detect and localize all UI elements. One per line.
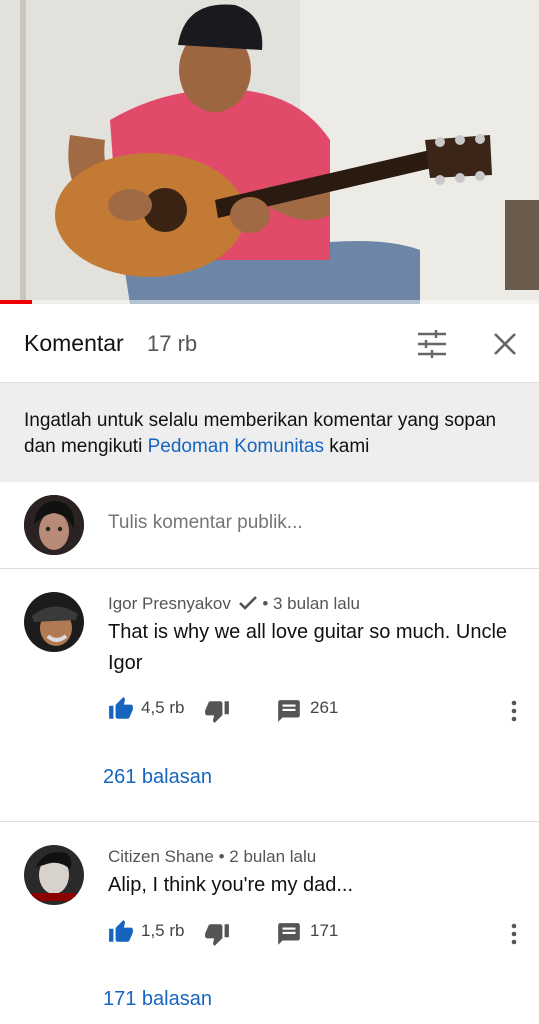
- verified-check-icon: [238, 596, 257, 610]
- comment-item: Igor Presnyakov • 3 bulan lalu That is w…: [0, 569, 539, 821]
- dislike-icon[interactable]: [204, 698, 230, 724]
- comment-time: 3 bulan lalu: [273, 594, 360, 613]
- public-comment-input[interactable]: [108, 512, 508, 534]
- meta-separator: •: [262, 594, 269, 613]
- community-guidelines-notice: Ingatlah untuk selalu memberikan komenta…: [0, 383, 539, 482]
- add-comment-row: [0, 482, 539, 569]
- like-icon[interactable]: [108, 696, 134, 722]
- view-replies-link[interactable]: 261 balasan: [103, 766, 212, 789]
- video-frame: [0, 0, 539, 304]
- more-options-icon[interactable]: [506, 921, 522, 947]
- meta-separator: •: [218, 847, 225, 866]
- more-options-icon[interactable]: [506, 698, 522, 724]
- sort-filter-icon[interactable]: [416, 328, 448, 360]
- comment-actions: 1,5 rb 171: [108, 919, 528, 949]
- reply-comment-icon[interactable]: [276, 921, 302, 947]
- close-icon[interactable]: [491, 330, 519, 358]
- reply-comment-icon[interactable]: [276, 698, 302, 724]
- reply-count: 261: [310, 698, 339, 717]
- like-count: 1,5 rb: [141, 921, 185, 940]
- comment-text: Alip, I think you're my dad...: [108, 874, 354, 896]
- author-avatar[interactable]: [24, 592, 84, 652]
- reply-count: 171: [310, 921, 339, 940]
- comment-time: 2 bulan lalu: [229, 847, 317, 866]
- video-player[interactable]: [0, 0, 539, 304]
- dislike-icon[interactable]: [204, 921, 230, 947]
- notice-text-after: kami: [323, 436, 370, 457]
- comment-item: Citizen Shane • 2 bulan lalu Alip, I thi…: [0, 822, 539, 1024]
- comment-actions: 4,5 rb 261: [108, 696, 528, 726]
- comments-header: Komentar 17 rb: [0, 304, 539, 383]
- comment-author[interactable]: Citizen Shane: [108, 847, 214, 866]
- like-count: 4,5 rb: [141, 698, 185, 717]
- like-icon[interactable]: [108, 919, 134, 945]
- comment-meta: Igor Presnyakov • 3 bulan lalu: [108, 594, 360, 614]
- view-replies-link[interactable]: 171 balasan: [103, 988, 212, 1011]
- notice-text: Ingatlah untuk selalu memberikan komenta…: [24, 408, 514, 460]
- comments-count: 17 rb: [147, 331, 198, 356]
- comment-text: That is why we all love guitar so much. …: [108, 621, 508, 674]
- author-avatar[interactable]: [24, 845, 84, 905]
- current-user-avatar: [24, 495, 84, 555]
- comment-author[interactable]: Igor Presnyakov: [108, 594, 231, 613]
- community-guidelines-link[interactable]: Pedoman Komunitas: [148, 436, 324, 457]
- comment-meta: Citizen Shane • 2 bulan lalu: [108, 847, 316, 867]
- comments-title: Komentar: [24, 330, 124, 356]
